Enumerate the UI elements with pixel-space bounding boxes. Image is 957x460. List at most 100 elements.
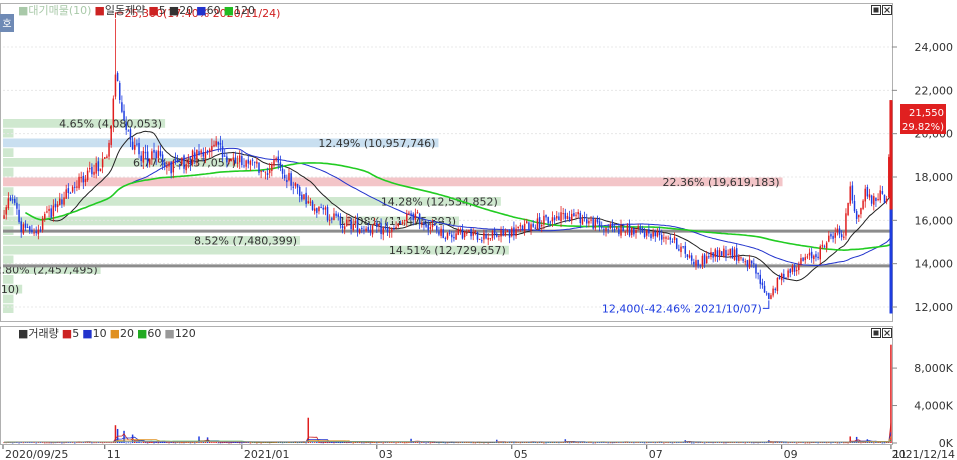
candle-body — [885, 198, 888, 202]
candle-body — [78, 176, 80, 189]
candle-body — [232, 157, 235, 160]
candle-body — [772, 288, 774, 296]
candle-body — [202, 152, 205, 157]
price-pane-close-button[interactable] — [882, 5, 892, 15]
candle-body — [665, 237, 667, 239]
candle-body — [48, 208, 50, 211]
volume-bar — [153, 442, 155, 444]
candle-body — [22, 224, 25, 234]
candle-body — [313, 208, 316, 212]
candle-body — [746, 260, 749, 267]
volume-bar — [817, 442, 819, 444]
candle-body — [106, 156, 108, 159]
candle-body — [660, 234, 663, 240]
candle-body — [307, 201, 310, 204]
candle-body — [506, 230, 509, 232]
candle-body — [656, 230, 659, 237]
candle-body — [193, 152, 196, 159]
candle-body — [125, 122, 127, 130]
volume-bar — [213, 442, 215, 443]
candle-body — [157, 150, 160, 159]
candle-body — [780, 273, 783, 281]
price-axis-label: 12,000 — [915, 301, 954, 314]
candle-body — [352, 223, 354, 231]
candle-body — [783, 273, 785, 279]
candle-body — [611, 222, 614, 228]
indicator-legend-marker: ■ — [196, 4, 206, 17]
candle-body — [654, 231, 657, 237]
candle-body — [667, 238, 669, 240]
candle-body — [609, 224, 612, 229]
candle-body — [382, 227, 384, 235]
candle-body — [133, 144, 136, 150]
candle-body — [176, 161, 179, 163]
candle-body — [161, 154, 164, 165]
candle-body — [825, 242, 828, 249]
candle-body — [275, 158, 277, 161]
x-axis-label: 03 — [379, 448, 393, 460]
candle-body — [63, 197, 65, 205]
candle-body — [11, 199, 14, 201]
candle-body — [262, 170, 265, 172]
candle-body — [309, 201, 312, 203]
stock-chart: 호 0.55% (485,110)2.80% (2,457,495)14.51%… — [0, 3, 955, 460]
candle-body — [9, 197, 12, 201]
candle-body — [427, 225, 429, 231]
candle-body — [888, 157, 890, 198]
candle-body — [742, 258, 744, 261]
candle-body — [241, 156, 243, 165]
candle-body — [333, 213, 335, 220]
candle-body — [110, 125, 112, 145]
candle-body — [562, 213, 564, 215]
candle-body — [725, 250, 727, 257]
volume-pane-maximize-button[interactable] — [871, 328, 881, 338]
volume-bar — [663, 442, 665, 444]
candle-body — [808, 252, 811, 256]
profile-band — [3, 148, 14, 157]
candle-body — [363, 229, 365, 231]
volume-pane-close-button[interactable] — [882, 328, 892, 338]
volume-bar — [594, 442, 597, 444]
candle-body — [271, 164, 273, 171]
candle-body — [791, 266, 794, 272]
price-pane-maximize-button[interactable] — [871, 5, 881, 15]
candle-body — [757, 272, 759, 275]
x-axis-label: 05 — [514, 448, 528, 460]
candle-body — [532, 223, 534, 227]
candle-body — [20, 221, 22, 232]
candle-body — [705, 256, 708, 264]
candle-body — [641, 228, 644, 233]
candle-body — [547, 217, 549, 224]
candle-body — [378, 223, 380, 226]
candle-body — [84, 179, 87, 183]
price-axis-label: 14,000 — [915, 258, 954, 271]
candle-body — [89, 167, 91, 170]
candle-body — [31, 229, 33, 233]
volume-bar — [474, 442, 477, 444]
candle-body — [581, 218, 584, 225]
x-axis-end-label: 2021/12/14 — [892, 448, 955, 460]
candle-body — [440, 228, 442, 236]
candle-body — [840, 234, 843, 238]
indicator-legend-marker: ■ — [94, 4, 104, 17]
candle-body — [33, 232, 35, 234]
profile-label: 22.36% (19,619,183) — [663, 176, 780, 189]
indicator-legend-label: 5 — [159, 4, 166, 17]
candle-body — [628, 224, 631, 236]
volume-bar — [515, 442, 517, 444]
candle-body — [114, 74, 117, 97]
volume-bar — [91, 442, 93, 444]
candle-body — [613, 229, 616, 231]
candle-body — [723, 248, 725, 257]
candle-body — [230, 158, 232, 162]
candle-body — [768, 293, 770, 300]
candle-body — [851, 185, 854, 201]
candle-body — [521, 225, 524, 231]
candle-body — [71, 186, 74, 192]
candle-body — [693, 261, 695, 265]
candle-body — [44, 213, 46, 220]
candle-body — [566, 215, 569, 219]
candle-body — [459, 229, 462, 231]
candle-body — [148, 159, 151, 165]
candle-body — [343, 226, 346, 230]
